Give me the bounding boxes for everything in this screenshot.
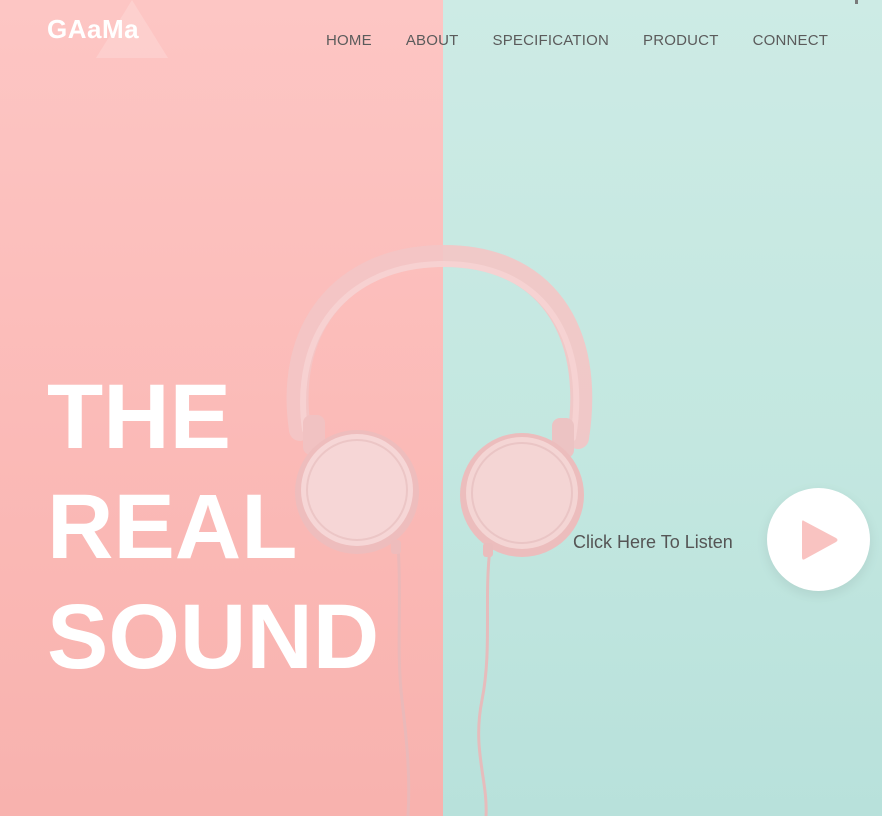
nav-about[interactable]: ABOUT <box>406 32 459 49</box>
nav-home[interactable]: HOME <box>326 32 372 49</box>
main-nav: HOME ABOUT SPECIFICATION PRODUCT CONNECT <box>326 32 828 49</box>
brand-logo[interactable]: GAaMa <box>47 14 139 45</box>
hero-headline: THE REAL SOUND <box>47 362 379 692</box>
corner-mark <box>855 0 858 4</box>
headline-line-1: THE <box>47 366 231 468</box>
headline-line-2: REAL <box>47 476 298 578</box>
headline-line-3: SOUND <box>47 586 380 688</box>
play-button[interactable] <box>767 488 870 591</box>
hero-section: GAaMa HOME ABOUT SPECIFICATION PRODUCT C… <box>0 0 882 816</box>
nav-connect[interactable]: CONNECT <box>753 32 829 49</box>
nav-specification[interactable]: SPECIFICATION <box>493 32 610 49</box>
nav-product[interactable]: PRODUCT <box>643 32 719 49</box>
listen-label[interactable]: Click Here To Listen <box>573 532 733 553</box>
play-icon <box>801 519 837 560</box>
